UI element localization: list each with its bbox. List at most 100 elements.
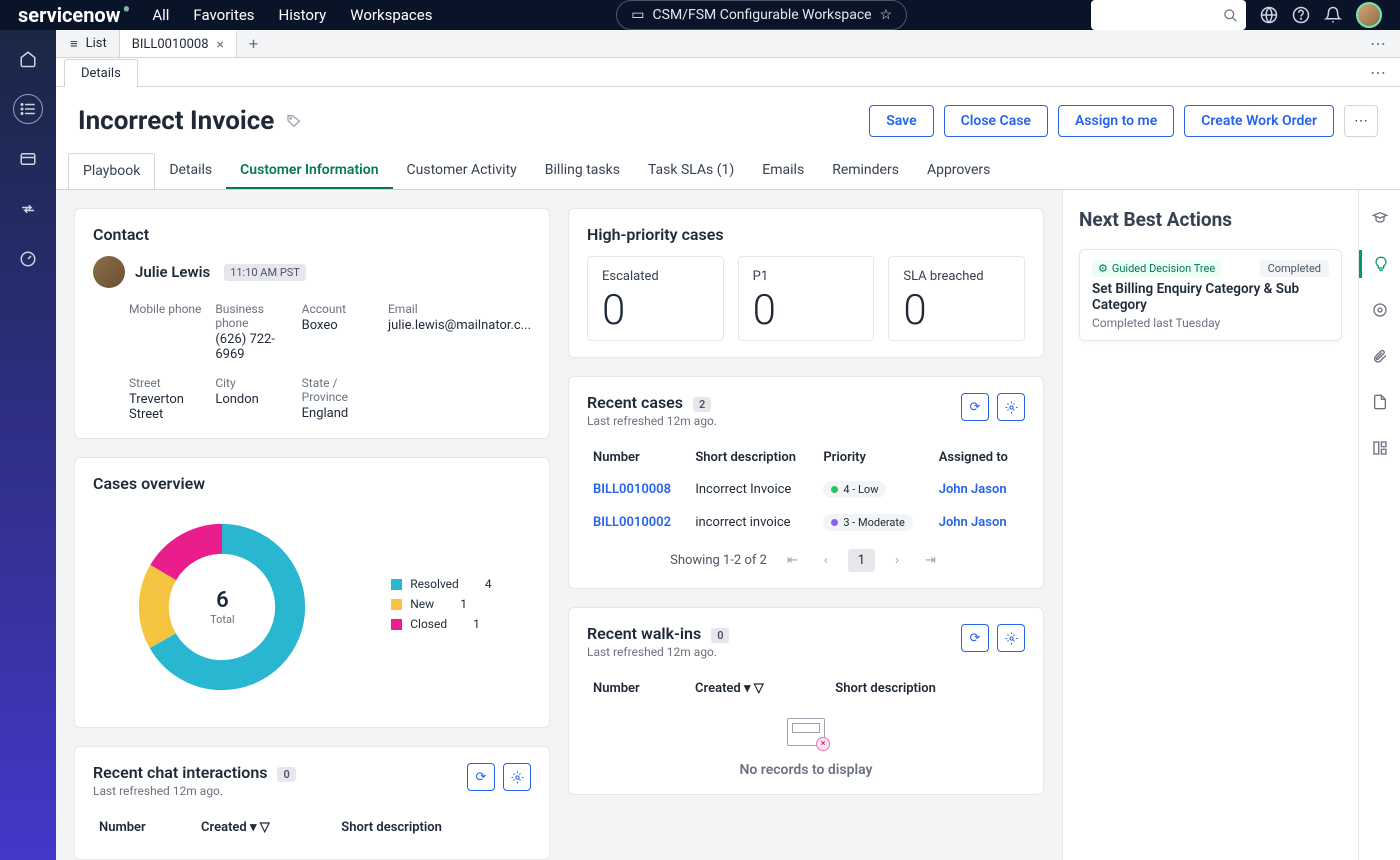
col-priority[interactable]: Priority <box>817 442 932 473</box>
tab-details[interactable]: Details <box>155 153 226 189</box>
walkins-card: Recent walk-ins 0 Last refreshed 12m ago… <box>568 607 1044 795</box>
inbox-icon[interactable] <box>13 144 43 174</box>
col-assigned[interactable]: Assigned to <box>933 442 1025 473</box>
walkins-count: 0 <box>711 628 729 643</box>
high-priority-card: High-priority cases Escalated 0 P1 0 <box>568 208 1044 358</box>
lightbulb-icon[interactable] <box>1359 250 1400 278</box>
chat-refreshed: Last refreshed 12m ago. <box>93 784 296 798</box>
col-number[interactable]: Number <box>587 442 689 473</box>
user-avatar[interactable] <box>1356 2 1382 28</box>
attachment-icon[interactable] <box>1366 342 1394 370</box>
table-row[interactable]: BILL0010008 Incorrect Invoice 4 - Low Jo… <box>587 473 1025 506</box>
subtab-more-icon[interactable]: ⋯ <box>1356 58 1400 86</box>
chat-col-number[interactable]: Number <box>93 812 195 843</box>
street-label: Street <box>129 376 205 390</box>
hpc-escalated: Escalated 0 <box>587 256 724 341</box>
tag-icon[interactable] <box>286 113 302 129</box>
assign-button[interactable]: Assign to me <box>1058 105 1174 137</box>
email-value: julie.lewis@mailnator.c... <box>388 318 531 333</box>
chart-legend: Resolved4 New1 Closed1 <box>391 577 491 637</box>
tab-playbook[interactable]: Playbook <box>68 153 155 189</box>
chat-col-created[interactable]: Created ▾ ▽ <box>195 812 335 843</box>
pager-next-icon[interactable]: › <box>889 549 905 572</box>
walkins-col-number[interactable]: Number <box>587 673 689 704</box>
col-desc[interactable]: Short description <box>689 442 817 473</box>
search-input[interactable] <box>1091 0 1246 30</box>
tab-record[interactable]: BILL0010008 × <box>120 30 237 57</box>
workspace-pill[interactable]: ▭ CSM/FSM Configurable Workspace ☆ <box>616 0 907 30</box>
business-label: Business phone <box>215 302 291 330</box>
case-link[interactable]: BILL0010008 <box>593 482 671 497</box>
close-case-button[interactable]: Close Case <box>944 105 1048 137</box>
tab-emails[interactable]: Emails <box>748 153 818 189</box>
tab-billing-tasks[interactable]: Billing tasks <box>531 153 634 189</box>
city-value: London <box>215 392 291 407</box>
tab-customer-activity[interactable]: Customer Activity <box>393 153 531 189</box>
assigned-link[interactable]: John Jason <box>939 515 1007 530</box>
star-icon[interactable]: ☆ <box>880 7 893 23</box>
list-icon[interactable] <box>13 94 43 124</box>
bell-icon[interactable] <box>1324 6 1342 24</box>
priority-chip: 3 - Moderate <box>823 514 913 531</box>
tab-task-slas[interactable]: Task SLAs (1) <box>634 153 748 189</box>
contact-avatar <box>93 256 125 288</box>
tab-strip: ≡ List BILL0010008 × + ⋯ <box>56 30 1400 58</box>
tab-approvers[interactable]: Approvers <box>913 153 1004 189</box>
save-button[interactable]: Save <box>869 105 933 137</box>
refresh-button[interactable]: ⟳ <box>961 393 989 421</box>
walkins-col-desc[interactable]: Short description <box>829 673 1025 704</box>
assigned-link[interactable]: John Jason <box>939 482 1007 497</box>
nav-all[interactable]: All <box>152 6 169 24</box>
settings-button[interactable] <box>997 624 1025 652</box>
action-card[interactable]: ⚙Guided Decision Tree Completed Set Bill… <box>1079 249 1342 341</box>
pager-last-icon[interactable]: ⇥ <box>919 549 942 572</box>
home-icon[interactable] <box>13 44 43 74</box>
content-columns: Contact Julie Lewis 11:10 AM PST Mobile … <box>56 190 1062 860</box>
record-tabs: Playbook Details Customer Information Cu… <box>56 153 1400 190</box>
tab-reminders[interactable]: Reminders <box>818 153 913 189</box>
case-link[interactable]: BILL0010002 <box>593 515 671 530</box>
chat-col-desc[interactable]: Short description <box>335 812 531 843</box>
nav-workspaces[interactable]: Workspaces <box>350 6 432 24</box>
close-icon[interactable]: × <box>217 37 224 53</box>
hpc-escalated-value: 0 <box>602 290 709 332</box>
filter-icon[interactable]: ▽ <box>260 820 270 835</box>
settings-button[interactable] <box>503 763 531 791</box>
logo-text: servicenow <box>18 3 120 27</box>
refresh-button[interactable]: ⟳ <box>467 763 495 791</box>
education-icon[interactable] <box>1366 204 1394 232</box>
recent-cases-card: Recent cases 2 Last refreshed 12m ago. ⟳ <box>568 376 1044 589</box>
nav-favorites[interactable]: Favorites <box>193 6 254 24</box>
settings-button[interactable] <box>997 393 1025 421</box>
tab-list[interactable]: ≡ List <box>58 30 120 57</box>
pager-prev-icon[interactable]: ‹ <box>818 549 834 572</box>
filter-icon[interactable]: ▽ <box>754 681 764 696</box>
more-actions-button[interactable]: ⋯ <box>1344 105 1378 137</box>
add-tab-button[interactable]: + <box>237 30 270 57</box>
globe-icon[interactable] <box>1260 6 1278 24</box>
pager-first-icon[interactable]: ⇤ <box>781 549 804 572</box>
document-icon[interactable] <box>1366 388 1394 416</box>
help-icon[interactable] <box>1292 6 1310 24</box>
legend-resolved: Resolved <box>410 577 459 591</box>
dashboard-rail-icon[interactable] <box>13 244 43 274</box>
donut-chart: 6 Total <box>132 517 312 697</box>
refresh-button[interactable]: ⟳ <box>961 624 989 652</box>
subtab-details[interactable]: Details <box>64 59 138 87</box>
template-icon[interactable] <box>1366 434 1394 462</box>
walkins-col-created[interactable]: Created ▾ ▽ <box>689 673 829 704</box>
tabstrip-more-icon[interactable]: ⋯ <box>1356 30 1400 57</box>
next-best-actions-panel: Next Best Actions ⚙Guided Decision Tree … <box>1062 190 1358 860</box>
state-label: State / Province <box>302 376 378 404</box>
nav-history[interactable]: History <box>279 6 327 24</box>
recent-cases-refreshed: Last refreshed 12m ago. <box>587 414 717 428</box>
contact-name[interactable]: Julie Lewis <box>135 263 210 281</box>
dispatch-icon[interactable] <box>13 194 43 224</box>
action-card-title: Set Billing Enquiry Category & Sub Categ… <box>1092 281 1329 313</box>
agent-assist-icon[interactable] <box>1366 296 1394 324</box>
mobile-label: Mobile phone <box>129 302 205 316</box>
create-work-order-button[interactable]: Create Work Order <box>1184 105 1334 137</box>
tab-customer-info[interactable]: Customer Information <box>226 153 392 189</box>
recent-cases-count: 2 <box>693 397 711 412</box>
table-row[interactable]: BILL0010002 incorrect invoice 3 - Modera… <box>587 506 1025 539</box>
